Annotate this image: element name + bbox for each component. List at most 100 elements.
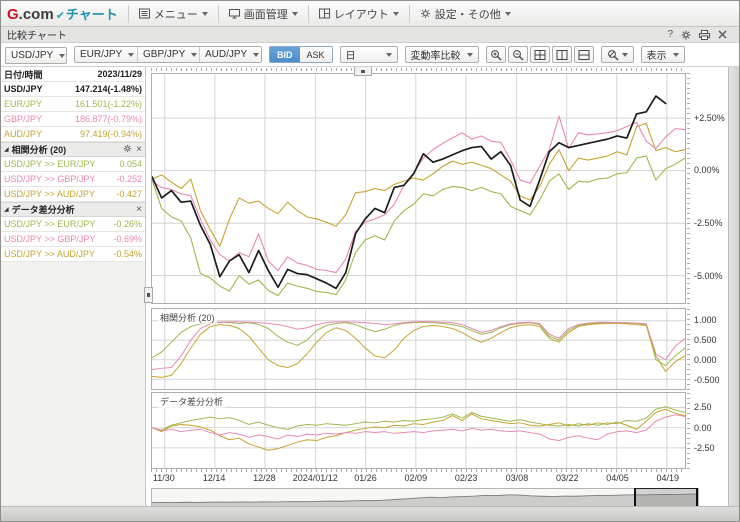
split-horizontal-layout-button[interactable] xyxy=(574,46,594,63)
y-axis-label: -2.50 xyxy=(694,443,739,453)
zoom-out-icon xyxy=(512,49,524,61)
split-vertical-layout-button[interactable] xyxy=(552,46,572,63)
menubar-item-label: 設定・その他 xyxy=(435,6,501,22)
data-row-value: 2023/11/29 xyxy=(97,69,142,79)
section-title: データ差分分析 xyxy=(12,203,75,216)
analysis-row-eur[interactable]: USD/JPY >> EUR/JPY0.054 xyxy=(1,157,145,172)
screen-manage-icon xyxy=(229,8,240,19)
menubar-item-label: レイアウト xyxy=(334,6,389,22)
top-ruler xyxy=(151,68,686,71)
logo-check-icon: ✔ xyxy=(56,9,65,22)
section-collapse-icon[interactable]: ◢ xyxy=(4,147,9,153)
menubar-item-3[interactable]: 設定・その他 xyxy=(409,5,521,23)
chevron-down-icon xyxy=(467,53,473,57)
vertical-scrollbar[interactable] xyxy=(728,67,739,506)
data-row-value: 161.501(-1.22%) xyxy=(75,99,142,109)
chart-region: 相関分析 (20) データ差分分析 11/3012/1412/282024/01… xyxy=(146,67,739,506)
section-icons: × xyxy=(136,205,142,215)
bid-button[interactable]: BID xyxy=(270,47,300,62)
pair-selector-group: EUR/JPYGBP/JPYAUD/JPY xyxy=(74,46,262,63)
gear-icon[interactable] xyxy=(681,30,691,40)
data-row-label: AUD/JPY xyxy=(4,129,42,139)
period-select[interactable]: 日 xyxy=(340,46,398,63)
gear-icon[interactable] xyxy=(123,144,132,155)
analysis-row-eur[interactable]: USD/JPY >> EUR/JPY-0.26% xyxy=(1,217,145,232)
zoom-reset-select[interactable] xyxy=(601,46,634,63)
y-axis-label: 0.500 xyxy=(694,335,739,345)
analysis-row-gbp[interactable]: USD/JPY >> GBP/JPY-0.252 xyxy=(1,172,145,187)
section-title: 相関分析 (20) xyxy=(12,143,67,156)
close-icon[interactable] xyxy=(718,30,727,39)
navigator-area-chart[interactable] xyxy=(152,489,698,506)
status-bar xyxy=(1,506,739,521)
data-row-value: 97.419(-0.94%) xyxy=(80,129,142,139)
data-panel: 日付/時間 2023/11/29 USD/JPY147.214(-1.48%)EUR… xyxy=(1,67,146,506)
display-options-select[interactable]: 表示 xyxy=(641,46,685,63)
close-icon[interactable]: × xyxy=(136,145,142,155)
chevron-down-icon xyxy=(386,53,392,57)
layout-icon xyxy=(319,8,330,19)
split-horizontal-icon xyxy=(578,49,590,61)
navigator-selection-handle[interactable] xyxy=(634,488,698,506)
menubar-item-2[interactable]: レイアウト xyxy=(308,5,409,23)
menubar-items: メニュー画面管理 レイアウト 設定・その他 xyxy=(128,1,521,26)
price-row-gbp[interactable]: GBP/JPY186.877(-0.79%) xyxy=(1,112,145,127)
data-diff-chart[interactable] xyxy=(151,392,686,469)
close-icon[interactable]: × xyxy=(136,205,142,215)
chevron-down-icon xyxy=(393,12,399,16)
price-row-usd[interactable]: USD/JPY147.214(-1.48%) xyxy=(1,82,145,97)
correlation-chart[interactable] xyxy=(151,308,686,390)
main-chart-canvas[interactable] xyxy=(152,74,685,303)
tab-comparison-chart[interactable]: 比較チャート xyxy=(7,27,67,42)
compare-mode-select[interactable]: 変動率比較 xyxy=(405,46,479,63)
zoom-out-button[interactable] xyxy=(508,46,528,63)
y-axis-label: +2.50% xyxy=(694,113,739,123)
diff-chart-canvas[interactable] xyxy=(152,393,685,468)
data-row-label: 日付/時間 xyxy=(4,68,43,81)
grid-2x2-layout-button[interactable] xyxy=(530,46,550,63)
pair-selector-eur-jpy[interactable]: EUR/JPY xyxy=(75,47,137,62)
left-panel-collapse-handle[interactable] xyxy=(144,287,153,303)
y-axis-label: 0.00% xyxy=(694,165,739,175)
section-collapse-icon[interactable]: ◢ xyxy=(4,207,9,213)
chevron-down-icon xyxy=(673,53,679,57)
date-time-row[interactable]: 日付/時間 2023/11/29 xyxy=(1,67,145,82)
pair-selector-gbp-jpy[interactable]: GBP/JPY xyxy=(137,47,199,62)
panel-window-controls: ? xyxy=(667,30,733,40)
chevron-down-icon xyxy=(253,53,259,57)
pair-selector-aud-jpy[interactable]: AUD/JPY xyxy=(199,47,261,62)
tabbar: 比較チャート ? xyxy=(1,27,739,43)
data-row-label: USD/JPY >> AUD/JPY xyxy=(4,189,95,199)
pair-selector-usd-jpy[interactable]: USD/JPY xyxy=(5,47,67,64)
ask-button[interactable]: ASK xyxy=(300,47,332,62)
data-row-value: -0.427 xyxy=(116,189,142,199)
main-chart[interactable] xyxy=(151,73,686,304)
x-axis-label: 04/19 xyxy=(633,473,703,483)
chart-top-collapse-handle[interactable] xyxy=(354,67,372,76)
split-vertical-icon xyxy=(556,49,568,61)
data-diff-chart-title: データ差分分析 xyxy=(158,395,225,408)
analysis-row-gbp[interactable]: USD/JPY >> GBP/JPY-0.69% xyxy=(1,232,145,247)
chevron-down-icon xyxy=(128,53,134,57)
y-axis-label: -2.50% xyxy=(694,218,739,228)
section-header-1[interactable]: ◢データ差分分析 × xyxy=(1,202,145,217)
print-icon[interactable] xyxy=(699,30,710,40)
corr-chart-canvas[interactable] xyxy=(152,309,685,389)
section-header-0[interactable]: ◢相関分析 (20) × xyxy=(1,142,145,157)
menubar-item-0[interactable]: メニュー xyxy=(128,5,218,23)
range-navigator[interactable] xyxy=(151,488,699,506)
analysis-row-aud[interactable]: USD/JPY >> AUD/JPY-0.54% xyxy=(1,247,145,262)
chevron-down-icon xyxy=(59,54,65,58)
zoom-reset-icon xyxy=(607,49,619,61)
menubar-item-1[interactable]: 画面管理 xyxy=(218,5,308,23)
chart-tool-buttons xyxy=(486,46,594,63)
analysis-row-aud[interactable]: USD/JPY >> AUD/JPY -0.427 xyxy=(1,187,145,202)
zoom-in-button[interactable] xyxy=(486,46,506,63)
price-row-aud[interactable]: AUD/JPY 97.419(-0.94%) xyxy=(1,127,145,142)
data-row-value: -0.54% xyxy=(113,249,142,259)
y-axis-label: -5.00% xyxy=(694,271,739,281)
chevron-down-icon xyxy=(202,12,208,16)
help-icon[interactable]: ? xyxy=(667,30,673,40)
chevron-down-icon xyxy=(292,12,298,16)
price-row-eur[interactable]: EUR/JPY161.501(-1.22%) xyxy=(1,97,145,112)
